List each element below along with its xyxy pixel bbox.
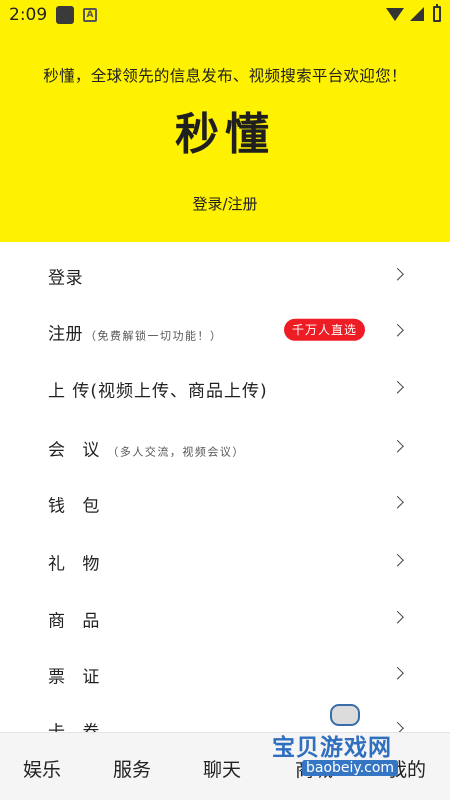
menu-item-label: 票 证 <box>48 667 106 688</box>
app-logo: 秒懂 <box>175 109 275 160</box>
tab-entertainment[interactable]: 娱乐 <box>23 755 61 782</box>
menu-item-tickets[interactable]: 票 证 <box>0 647 450 703</box>
menu-item-label: 注册 （免费解锁一切功能！） <box>48 324 223 345</box>
login-register-link[interactable]: 登录/注册 <box>0 193 450 214</box>
menu-item-label: 礼 物 <box>48 554 106 575</box>
wifi-icon <box>386 8 404 21</box>
chevron-right-icon <box>391 380 404 394</box>
battery-icon <box>433 4 441 22</box>
chevron-right-icon <box>391 666 404 680</box>
app-icon <box>56 6 74 24</box>
welcome-text: 秒懂，全球领先的信息发布、视频搜索平台欢迎您！ <box>43 67 407 85</box>
chevron-right-icon <box>391 439 404 453</box>
menu-item-note: （多人交流，视频会议） <box>107 445 245 459</box>
menu-item-label: 商 品 <box>48 611 106 632</box>
menu-item-wallet[interactable]: 钱 包 <box>0 476 450 532</box>
chevron-right-icon <box>391 267 404 281</box>
promo-badge: 千万人直选 <box>284 318 366 341</box>
a-icon: A <box>83 8 97 22</box>
chevron-right-icon <box>391 610 404 624</box>
menu-item-label: 钱 包 <box>48 496 106 517</box>
tab-mall[interactable]: 商城 <box>295 755 333 782</box>
menu-item-gifts[interactable]: 礼 物 <box>0 534 450 590</box>
status-time: 2:09 <box>9 5 48 25</box>
menu-item-note: （免费解锁一切功能！） <box>85 329 223 343</box>
header: 2:09 A 秒懂，全球领先的信息发布、视频搜索平台欢迎您！ 秒懂 登录/注册 <box>0 0 450 242</box>
tab-mine[interactable]: 我的 <box>388 755 426 782</box>
menu-item-upload[interactable]: 上 传(视频上传、商品上传) <box>0 361 450 417</box>
chevron-right-icon <box>391 553 404 567</box>
menu-item-register[interactable]: 注册 （免费解锁一切功能！） 千万人直选 <box>0 304 450 360</box>
menu-item-label: 上 传(视频上传、商品上传) <box>48 381 268 402</box>
chevron-right-icon <box>391 323 404 337</box>
status-bar: 2:09 A <box>0 0 450 30</box>
menu-item-label: 会 议（多人交流，视频会议） <box>48 440 245 461</box>
menu-item-login[interactable]: 登录 <box>0 248 450 304</box>
menu-item-products[interactable]: 商 品 <box>0 591 450 647</box>
menu-item-label: 登录 <box>48 268 83 289</box>
tab-chat[interactable]: 聊天 <box>203 755 241 782</box>
bottom-tab-bar: 娱乐 服务 聊天 商城 我的 <box>0 732 450 800</box>
tab-services[interactable]: 服务 <box>113 755 151 782</box>
chevron-right-icon <box>391 495 404 509</box>
menu-item-meeting[interactable]: 会 议（多人交流，视频会议） <box>0 420 450 476</box>
signal-icon <box>410 7 424 21</box>
